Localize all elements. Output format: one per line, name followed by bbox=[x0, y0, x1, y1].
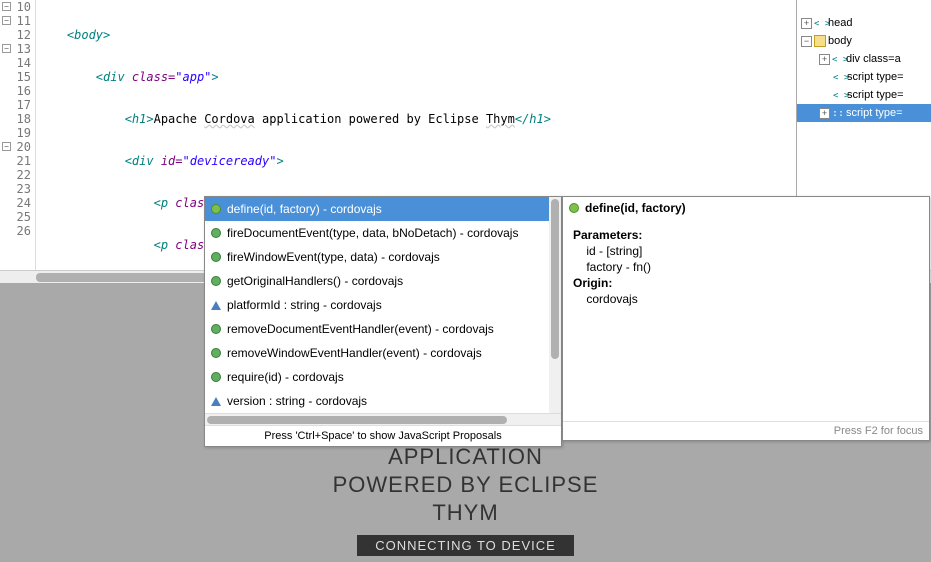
method-icon bbox=[211, 324, 221, 334]
method-icon bbox=[569, 203, 579, 213]
line-number: 10 bbox=[0, 0, 31, 14]
line-number: 17 bbox=[0, 98, 31, 112]
method-icon bbox=[211, 348, 221, 358]
autocomplete-item[interactable]: define(id, factory) - cordovajs bbox=[205, 197, 561, 221]
status-badge: CONNECTING TO DEVICE bbox=[357, 535, 574, 556]
fold-toggle[interactable] bbox=[2, 2, 11, 11]
line-number: 19 bbox=[0, 126, 31, 140]
collapse-icon[interactable]: − bbox=[801, 36, 812, 47]
tooltip-footer-hint: Press F2 for focus bbox=[563, 421, 929, 440]
autocomplete-hint: Press 'Ctrl+Space' to show JavaScript Pr… bbox=[205, 425, 561, 446]
line-number: 16 bbox=[0, 84, 31, 98]
line-number: 26 bbox=[0, 224, 31, 238]
fold-toggle[interactable] bbox=[2, 142, 11, 151]
outline-item-script-selected[interactable]: +script type= bbox=[797, 104, 931, 122]
method-icon bbox=[211, 252, 221, 262]
autocomplete-list[interactable]: define(id, factory) - cordovajs fireDocu… bbox=[205, 197, 561, 413]
vertical-scrollbar[interactable] bbox=[549, 197, 561, 413]
element-icon bbox=[833, 71, 845, 83]
outline-item-body[interactable]: −body bbox=[797, 32, 931, 50]
autocomplete-item[interactable]: removeDocumentEventHandler(event) - cord… bbox=[205, 317, 561, 341]
line-number: 15 bbox=[0, 70, 31, 84]
line-number: 11 bbox=[0, 14, 31, 28]
autocomplete-item[interactable]: fireWindowEvent(type, data) - cordovajs bbox=[205, 245, 561, 269]
method-icon bbox=[211, 204, 221, 214]
method-icon bbox=[211, 372, 221, 382]
line-number: 14 bbox=[0, 56, 31, 70]
tooltip-title: define(id, factory) bbox=[585, 201, 686, 215]
line-number: 23 bbox=[0, 182, 31, 196]
documentation-tooltip: define(id, factory) Parameters: id - [st… bbox=[562, 196, 930, 441]
autocomplete-popup: define(id, factory) - cordovajs fireDocu… bbox=[204, 196, 562, 447]
tooltip-header: define(id, factory) bbox=[563, 197, 929, 219]
line-number: 24 bbox=[0, 196, 31, 210]
tooltip-body: Parameters: id - [string] factory - fn()… bbox=[563, 219, 929, 421]
line-number: 18 bbox=[0, 112, 31, 126]
element-icon bbox=[833, 89, 845, 101]
autocomplete-item[interactable]: require(id) - cordovajs bbox=[205, 365, 561, 389]
element-icon bbox=[832, 53, 844, 65]
expand-icon[interactable]: + bbox=[819, 54, 830, 65]
expand-icon[interactable]: + bbox=[819, 108, 830, 119]
autocomplete-item[interactable]: removeWindowEventHandler(event) - cordov… bbox=[205, 341, 561, 365]
property-icon bbox=[211, 301, 221, 310]
line-number: 12 bbox=[0, 28, 31, 42]
line-number: 13 bbox=[0, 42, 31, 56]
method-icon bbox=[211, 276, 221, 286]
autocomplete-item[interactable]: getOriginalHandlers() - cordovajs bbox=[205, 269, 561, 293]
outline-item-script[interactable]: script type= bbox=[797, 86, 931, 104]
autocomplete-item[interactable]: fireDocumentEvent(type, data, bNoDetach)… bbox=[205, 221, 561, 245]
property-icon bbox=[211, 397, 221, 406]
line-number-gutter: 10 11 12 13 14 15 16 17 18 19 20 21 22 2… bbox=[0, 0, 36, 270]
line-number: 20 bbox=[0, 140, 31, 154]
outline-item-head[interactable]: +head bbox=[797, 14, 931, 32]
script-icon bbox=[832, 107, 844, 119]
horizontal-scrollbar[interactable] bbox=[205, 413, 561, 425]
outline-item-div[interactable]: +div class=a bbox=[797, 50, 931, 68]
preview-heading: APPLICATION POWERED BY ECLIPSE THYM bbox=[333, 443, 599, 527]
fold-toggle[interactable] bbox=[2, 44, 11, 53]
line-number: 21 bbox=[0, 154, 31, 168]
autocomplete-item[interactable]: version : string - cordovajs bbox=[205, 389, 561, 413]
body-icon bbox=[814, 35, 826, 47]
expand-icon[interactable]: + bbox=[801, 18, 812, 29]
fold-toggle[interactable] bbox=[2, 16, 11, 25]
element-icon bbox=[814, 17, 826, 29]
method-icon bbox=[211, 228, 221, 238]
outline-item-script[interactable]: script type= bbox=[797, 68, 931, 86]
line-number: 25 bbox=[0, 210, 31, 224]
scrollbar-thumb[interactable] bbox=[207, 416, 507, 424]
autocomplete-item[interactable]: platformId : string - cordovajs bbox=[205, 293, 561, 317]
scrollbar-thumb[interactable] bbox=[551, 199, 559, 359]
line-number: 22 bbox=[0, 168, 31, 182]
